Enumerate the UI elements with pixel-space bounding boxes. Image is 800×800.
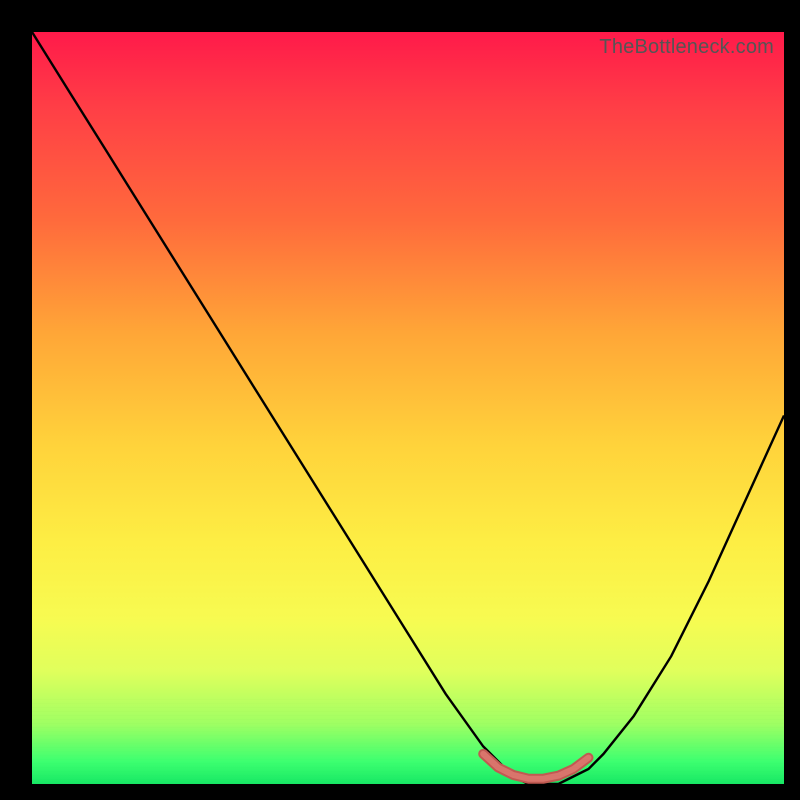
curve-layer [32,32,784,784]
plot-area: TheBottleneck.com [32,32,784,784]
chart-frame: TheBottleneck.com [0,0,800,800]
bottleneck-curve [32,32,784,784]
